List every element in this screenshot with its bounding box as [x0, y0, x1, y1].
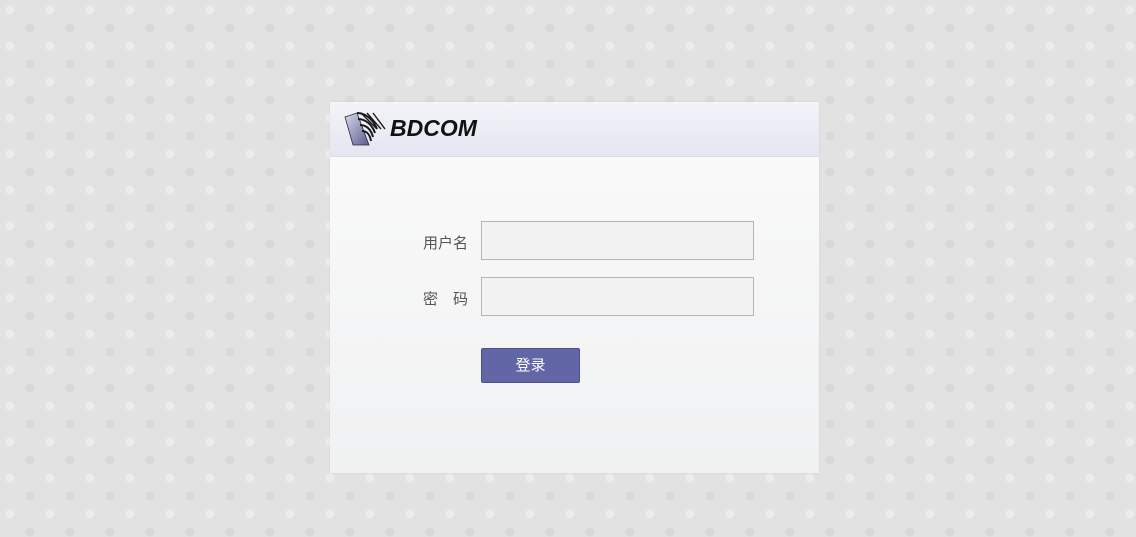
login-panel: BDCOM 用户名 密 码 登录 — [330, 102, 819, 473]
username-input[interactable] — [481, 221, 754, 260]
bdcom-stripes-logo-icon — [344, 112, 386, 146]
brand-logo: BDCOM — [343, 111, 493, 147]
username-label: 用户名 — [422, 234, 468, 252]
panel-header: BDCOM — [330, 102, 819, 157]
login-button[interactable]: 登录 — [481, 348, 580, 383]
password-label: 密 码 — [422, 290, 468, 308]
brand-name: BDCOM — [390, 115, 477, 141]
password-input[interactable] — [481, 277, 754, 316]
